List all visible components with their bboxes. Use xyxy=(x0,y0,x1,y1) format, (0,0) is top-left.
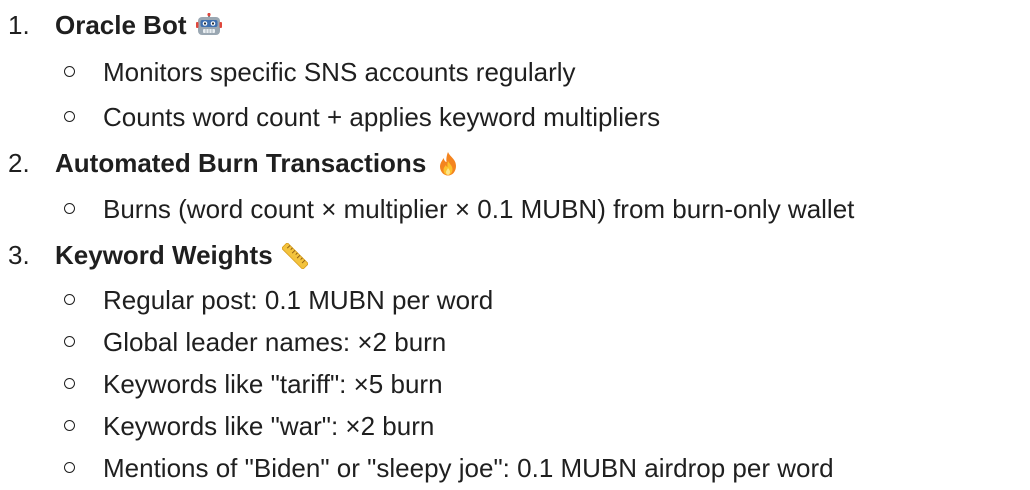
sub-item-text: Mentions of "Biden" or "sleepy joe": 0.1… xyxy=(103,453,834,483)
hollow-circle-bullet-icon xyxy=(64,378,75,389)
sub-item-text: Counts word count + applies keyword mult… xyxy=(103,102,661,132)
list-number: 1. xyxy=(8,10,30,40)
fire-icon xyxy=(435,150,461,176)
hollow-circle-bullet-icon xyxy=(64,203,75,214)
hollow-circle-bullet-icon xyxy=(64,462,75,473)
hollow-circle-bullet-icon xyxy=(64,66,75,77)
robot-icon xyxy=(195,12,222,38)
list-heading: Oracle Bot xyxy=(55,7,222,43)
sub-item-text: Regular post: 0.1 MUBN per word xyxy=(103,285,494,315)
sub-item-text: Burns (word count × multiplier × 0.1 MUB… xyxy=(103,194,855,224)
list-number: 3. xyxy=(8,240,30,270)
hollow-circle-bullet-icon xyxy=(64,420,75,431)
hollow-circle-bullet-icon xyxy=(64,111,75,122)
sub-item-text: Keywords like "war": ×2 burn xyxy=(103,411,435,441)
list-number: 2. xyxy=(8,148,30,178)
heading-text: Keyword Weights xyxy=(55,240,273,270)
sub-item-text: Keywords like "tariff": ×5 burn xyxy=(103,369,443,399)
sub-item-text: Monitors specific SNS accounts regularly xyxy=(103,57,576,87)
list-heading: Automated Burn Transactions xyxy=(55,145,461,181)
document-body: 1. Oracle Bot Monitors specific SNS acco… xyxy=(0,0,1030,490)
sub-item-text: Global leader names: ×2 burn xyxy=(103,327,447,357)
hollow-circle-bullet-icon xyxy=(64,294,75,305)
heading-text: Oracle Bot xyxy=(55,10,187,40)
list-heading: Keyword Weights xyxy=(55,237,308,273)
heading-text: Automated Burn Transactions xyxy=(55,148,427,178)
ruler-icon xyxy=(281,242,308,270)
hollow-circle-bullet-icon xyxy=(64,336,75,347)
